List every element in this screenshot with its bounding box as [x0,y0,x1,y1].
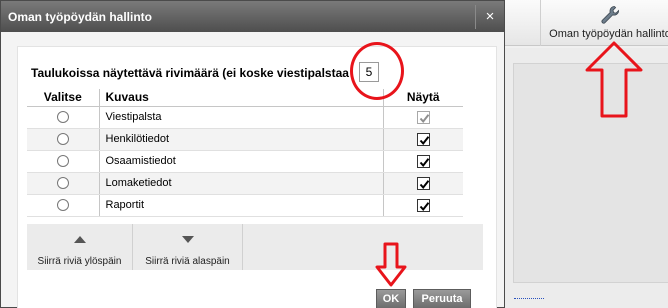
table-row[interactable]: Lomaketiedot [27,172,463,195]
show-cell [383,128,463,151]
select-cell [27,106,100,129]
annotation-arrow-up-icon [585,41,643,118]
rows-count-label: Taulukoissa näytettävä rivimäärä (ei kos… [31,66,349,80]
table-row[interactable]: Viestipalsta [27,106,463,129]
arrow-up-icon [73,236,86,243]
toolbar-item-label: Oman työpöydän hallinto [549,28,668,40]
ok-button[interactable]: OK [376,289,406,308]
move-up-label: Siirrä riviä ylöspäin [37,256,122,267]
table-row[interactable]: Osaamistiedot [27,150,463,173]
move-up-button[interactable]: Siirrä riviä ylöspäin [27,224,133,270]
toolbar-item-desktop-settings[interactable]: Oman työpöydän hallinto [548,4,668,44]
row-show-checkbox[interactable] [416,198,430,212]
row-description: Viestipalsta [99,106,384,129]
row-show-checkbox[interactable] [416,132,430,146]
toolbar-separator [540,0,541,46]
annotation-circle [350,42,404,100]
row-show-checkbox [416,110,430,124]
column-header-description: Kuvaus [99,89,384,107]
show-cell [383,172,463,195]
row-select-radio[interactable] [57,133,69,146]
dialog-title: Oman työpöydän hallinto [8,10,153,24]
row-select-radio[interactable] [57,177,69,190]
column-header-select: Valitse [27,89,100,107]
row-show-checkbox[interactable] [416,176,430,190]
arrow-down-icon [181,236,194,243]
select-cell [27,128,100,151]
row-show-checkbox[interactable] [416,154,430,168]
show-cell [383,194,463,217]
widgets-table: Valitse Kuvaus Näytä Viestipalsta Henkilö… [27,89,463,217]
move-down-button[interactable]: Siirrä riviä alaspäin [133,224,243,270]
cancel-button[interactable]: Peruuta [413,289,471,308]
annotation-arrow-down-icon [375,242,407,287]
row-description: Osaamistiedot [99,150,384,173]
table-header-row: Valitse Kuvaus Näytä [27,89,463,107]
move-down-label: Siirrä riviä alaspäin [145,256,230,267]
row-description: Lomaketiedot [99,172,384,195]
close-icon[interactable]: × [475,5,504,29]
row-description: Henkilötiedot [99,128,384,151]
table-row[interactable]: Raportit [27,194,463,217]
dialog-titlebar[interactable]: Oman työpöydän hallinto × [1,1,504,32]
table-row[interactable]: Henkilötiedot [27,128,463,151]
show-cell [383,106,463,129]
show-cell [383,150,463,173]
row-select-radio[interactable] [57,111,69,124]
select-cell [27,194,100,217]
row-select-radio[interactable] [57,199,69,212]
select-cell [27,172,100,195]
row-select-radio[interactable] [57,155,69,168]
wrench-icon [599,4,621,26]
background-link-underline [514,298,544,299]
select-cell [27,150,100,173]
move-toolbar: Siirrä riviä ylöspäin Siirrä riviä alasp… [27,224,483,270]
row-description: Raportit [99,194,384,217]
